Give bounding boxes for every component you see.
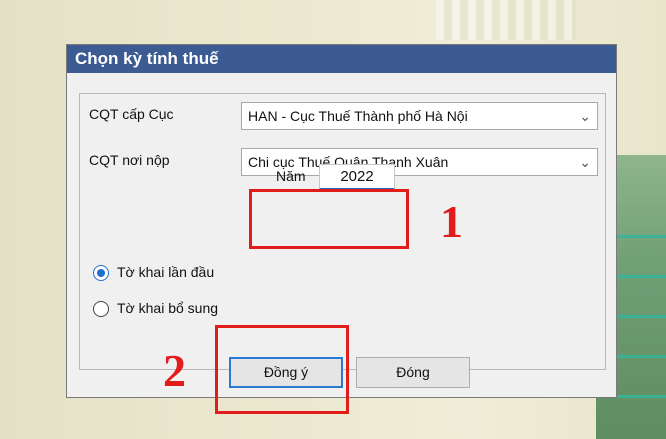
close-button-access-key: g	[421, 364, 430, 380]
highlight-box-year	[249, 189, 409, 249]
close-button[interactable]: Đóng	[356, 357, 470, 388]
year-input[interactable]: 2022	[319, 164, 395, 190]
step-number-2: 2	[163, 345, 186, 396]
cqt-cap-cuc-value: HAN - Cục Thuế Thành phố Hà Nội	[248, 108, 468, 124]
background-pattern	[436, 0, 576, 40]
step-number-1: 1	[440, 196, 463, 247]
cqt-cap-cuc-label: CQT cấp Cục	[89, 106, 174, 122]
chevron-down-icon: ⌄	[579, 108, 591, 124]
close-button-label-prefix: Đón	[396, 364, 422, 380]
cqt-noi-nop-label: CQT nơi nộp	[89, 152, 170, 168]
highlight-box-ok	[215, 325, 349, 414]
radio-first-label: Tờ khai lần đầu	[117, 264, 215, 280]
dialog-title: Chọn kỳ tính thuế	[67, 45, 616, 73]
year-label: Năm	[276, 168, 306, 184]
radio-supplementary-declaration[interactable]: Tờ khai bổ sung	[93, 300, 293, 320]
chevron-down-icon: ⌄	[579, 154, 591, 170]
radio-unchecked-icon	[93, 301, 109, 317]
radio-first-declaration[interactable]: Tờ khai lần đầu	[93, 264, 293, 284]
cqt-cap-cuc-select[interactable]: HAN - Cục Thuế Thành phố Hà Nội ⌄	[241, 102, 598, 130]
radio-supplement-label: Tờ khai bổ sung	[117, 300, 219, 316]
radio-checked-icon	[93, 265, 109, 281]
